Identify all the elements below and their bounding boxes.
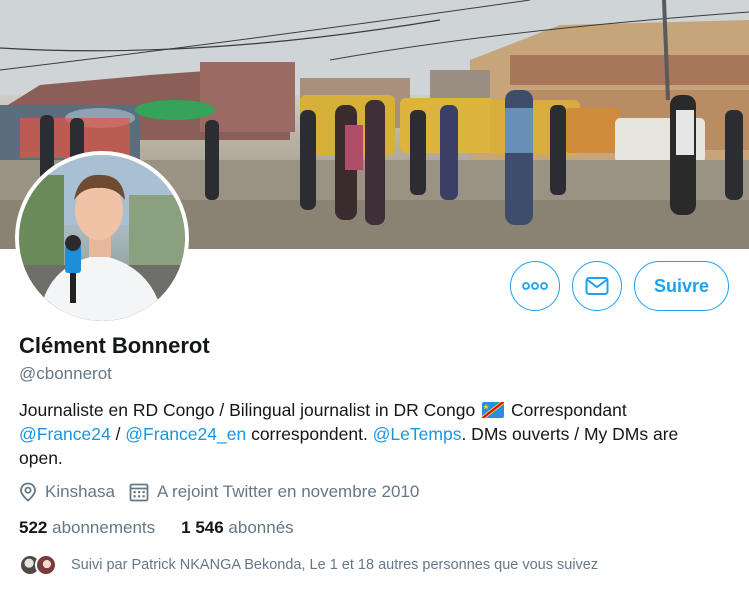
location-pin-icon [20, 482, 36, 502]
profile-counts: 522 abonnements 1 546 abonnés [19, 518, 320, 538]
mention-link-letemps[interactable]: @LeTemps [373, 424, 462, 444]
following-count: 522 [19, 518, 48, 537]
location: Kinshasa [19, 482, 115, 502]
following-link[interactable]: 522 abonnements [19, 518, 155, 538]
location-text: Kinshasa [45, 482, 115, 501]
avatar-photo [19, 155, 185, 321]
mention-link-france24[interactable]: @France24 [19, 424, 111, 444]
bio-text: / [110, 424, 126, 444]
followed-by[interactable]: Suivi par Patrick NKANGA Bekonda, Le 1 e… [19, 554, 598, 576]
profile-handle: @cbonnerot [19, 364, 112, 383]
followers-count: 1 546 [181, 518, 224, 537]
profile-actions: Suivre [509, 261, 729, 311]
bio-text: Journaliste en RD Congo / Bilingual jour… [19, 400, 476, 420]
follower-avatar [35, 554, 57, 576]
join-date-text: A rejoint Twitter en novembre 2010 [156, 482, 420, 501]
envelope-icon [585, 277, 609, 295]
followed-by-text: Suivi par Patrick NKANGA Bekonda, Le 1 e… [71, 557, 599, 573]
profile-bio: Journaliste en RD Congo / Bilingual jour… [19, 398, 719, 470]
following-label: abonnements [52, 518, 156, 537]
followers-link[interactable]: 1 546 abonnés [181, 518, 294, 538]
dr-congo-flag-icon [482, 402, 505, 418]
more-icon [522, 282, 548, 290]
profile-meta: Kinshasa A rejoint Twitter en novembre 2… [19, 482, 433, 502]
followers-label: abonnés [228, 518, 294, 537]
follow-button[interactable]: Suivre [633, 261, 729, 311]
profile-name: Clément Bonnerot [19, 333, 210, 358]
calendar-icon [129, 483, 149, 502]
mention-link-france24-en[interactable]: @France24_en [125, 424, 246, 444]
message-button[interactable] [571, 261, 622, 311]
bio-text: correspondent. [246, 424, 373, 444]
profile-avatar[interactable] [15, 151, 189, 325]
bio-text: Correspondant [506, 400, 627, 420]
more-button[interactable] [509, 261, 560, 311]
join-date: A rejoint Twitter en novembre 2010 [129, 482, 419, 502]
